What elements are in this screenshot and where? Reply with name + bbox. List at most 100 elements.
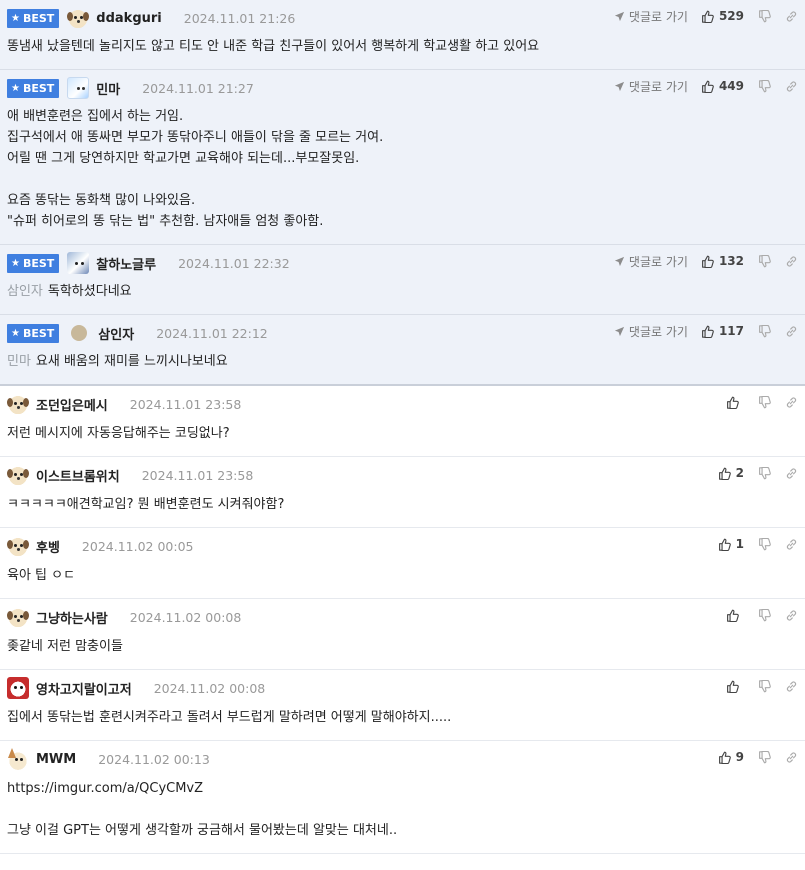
dog-avatar-icon[interactable]: [67, 7, 90, 29]
author-nickname[interactable]: 후벵: [36, 537, 60, 556]
thumbs-up-icon: [727, 609, 739, 622]
permalink-button[interactable]: [785, 396, 798, 409]
link-icon: [786, 751, 797, 763]
comment-body: 삼인자 독학하셨다네요: [7, 273, 797, 314]
permalink-button[interactable]: [785, 680, 798, 693]
like-button[interactable]: 449: [701, 79, 744, 93]
author-nickname[interactable]: 이스트브롬위치: [36, 466, 120, 485]
wolf-avatar-icon[interactable]: [67, 252, 90, 274]
thumbs-up-icon: [701, 80, 714, 93]
like-count: 1: [735, 537, 744, 551]
reply-mention[interactable]: 삼인자: [7, 284, 43, 299]
comment-body: 민마 요새 배움의 재미를 느끼시나보네요: [7, 343, 797, 384]
link-icon: [786, 325, 797, 337]
thumbs-up-icon: [701, 325, 714, 338]
permalink-button[interactable]: [785, 751, 798, 764]
comment-actions: 댓글로 가기 132: [614, 251, 798, 271]
dislike-button[interactable]: [758, 254, 771, 268]
red-avatar-icon[interactable]: [7, 677, 29, 699]
like-button[interactable]: 529: [701, 9, 744, 23]
comment-item: 이스트브롬위치 2024.11.01 23:58 2 ㅋㅋㅋㅋㅋ애견학교임? 뭔…: [0, 457, 805, 528]
like-button[interactable]: 1: [718, 537, 744, 551]
goto-reply-link[interactable]: 댓글로 가기: [614, 323, 688, 340]
author-nickname[interactable]: 영차고지랄이고저: [36, 679, 132, 698]
like-button[interactable]: 9: [718, 750, 744, 764]
comment-body: 육아 팁 ㅇㄷ: [7, 556, 797, 598]
dislike-button[interactable]: [758, 324, 771, 338]
dislike-button[interactable]: [758, 679, 771, 693]
like-button[interactable]: [726, 609, 744, 622]
permalink-button[interactable]: [785, 467, 798, 480]
comment-date: 2024.11.02 00:13: [98, 751, 210, 767]
goto-reply-label: 댓글로 가기: [628, 254, 688, 269]
like-count: 449: [718, 79, 744, 93]
like-button[interactable]: 132: [701, 254, 744, 268]
dog-avatar-icon[interactable]: [7, 535, 29, 557]
comment-item: 그냥하는사람 2024.11.02 00:08 좆같네 저런 맘충이들: [0, 599, 805, 670]
reply-mention[interactable]: 민마: [7, 354, 31, 369]
author-nickname[interactable]: 민마: [96, 79, 120, 98]
dislike-button[interactable]: [758, 537, 771, 551]
comment-actions: [726, 392, 798, 412]
star-icon: ★: [11, 257, 20, 269]
permalink-button[interactable]: [785, 80, 798, 93]
goto-reply-link[interactable]: 댓글로 가기: [614, 253, 688, 270]
permalink-button[interactable]: [785, 255, 798, 268]
comment-item: ★ BEST ddakguri 2024.11.01 21:26 댓글로 가기 5…: [0, 0, 805, 70]
comment-header: MWM 2024.11.02 00:13: [7, 748, 797, 770]
thumbs-up-icon: [727, 396, 739, 409]
author-nickname[interactable]: 삼인자: [98, 324, 134, 343]
author-nickname[interactable]: 찰하노글루: [96, 254, 156, 273]
comment-actions: 2: [718, 463, 798, 483]
like-count: 2: [735, 466, 744, 480]
permalink-button[interactable]: [785, 538, 798, 551]
dog-avatar-icon[interactable]: [7, 464, 29, 486]
dislike-button[interactable]: [758, 79, 771, 93]
goto-reply-label: 댓글로 가기: [628, 9, 688, 24]
circle-avatar-icon[interactable]: [71, 325, 88, 341]
goto-reply-link[interactable]: 댓글로 가기: [614, 8, 688, 25]
like-button[interactable]: [726, 396, 744, 409]
permalink-button[interactable]: [785, 609, 798, 622]
dog-avatar-icon[interactable]: [7, 606, 29, 628]
author-nickname[interactable]: MWM: [36, 752, 76, 767]
thumbs-up-icon: [701, 10, 714, 23]
comment-text: 똥냄새 났을텐데 놀리지도 않고 티도 안 내준 학급 친구들이 있어서 행복하…: [7, 39, 540, 54]
dislike-button[interactable]: [758, 9, 771, 23]
comment-body: 좆같네 저런 맘충이들: [7, 627, 797, 669]
fox-avatar-icon[interactable]: [7, 748, 29, 770]
dislike-button[interactable]: [758, 395, 771, 409]
dog-avatar-icon[interactable]: [7, 393, 29, 415]
author-nickname[interactable]: 조던입은메시: [36, 395, 108, 414]
goto-reply-link[interactable]: 댓글로 가기: [614, 78, 688, 95]
like-count: 117: [718, 324, 744, 338]
star-icon: ★: [11, 12, 20, 24]
comment-date: 2024.11.01 22:12: [156, 325, 268, 341]
author-nickname[interactable]: ddakguri: [96, 11, 161, 26]
bear-avatar-icon[interactable]: [67, 77, 90, 99]
send-arrow-icon: [614, 256, 625, 266]
like-count: 132: [718, 254, 744, 268]
dislike-button[interactable]: [758, 608, 771, 622]
dislike-button[interactable]: [758, 750, 771, 764]
permalink-button[interactable]: [785, 10, 798, 23]
star-icon: ★: [11, 327, 20, 339]
like-button[interactable]: 2: [718, 466, 744, 480]
thumbs-down-icon: [759, 254, 771, 267]
comment-text-line: 집구석에서 애 똥싸면 부모가 똥닦아주니 애들이 닦을 줄 모르는 거여.: [7, 127, 797, 148]
comment-body: 집에서 똥닦는법 훈련시켜주라고 돌려서 부드럽게 말하려면 어떻게 말해야하지…: [7, 698, 797, 740]
link-icon: [786, 396, 797, 408]
thumbs-down-icon: [759, 537, 771, 550]
thumbs-down-icon: [759, 466, 771, 479]
like-button[interactable]: 117: [701, 324, 744, 338]
author-nickname[interactable]: 그냥하는사람: [36, 608, 108, 627]
like-button[interactable]: [726, 680, 744, 693]
dislike-button[interactable]: [758, 466, 771, 480]
comment-text-line: 좆같네 저런 맘충이들: [7, 636, 797, 657]
comment-text-line: 집에서 똥닦는법 훈련시켜주라고 돌려서 부드럽게 말하려면 어떻게 말해야하지…: [7, 707, 797, 728]
permalink-button[interactable]: [785, 325, 798, 338]
comment-text: 집에서 똥닦는법 훈련시켜주라고 돌려서 부드럽게 말하려면 어떻게 말해야하지…: [7, 710, 452, 725]
best-badge-label: BEST: [22, 11, 55, 25]
comment-date: 2024.11.01 23:58: [129, 396, 242, 412]
thumbs-up-icon: [718, 751, 731, 764]
